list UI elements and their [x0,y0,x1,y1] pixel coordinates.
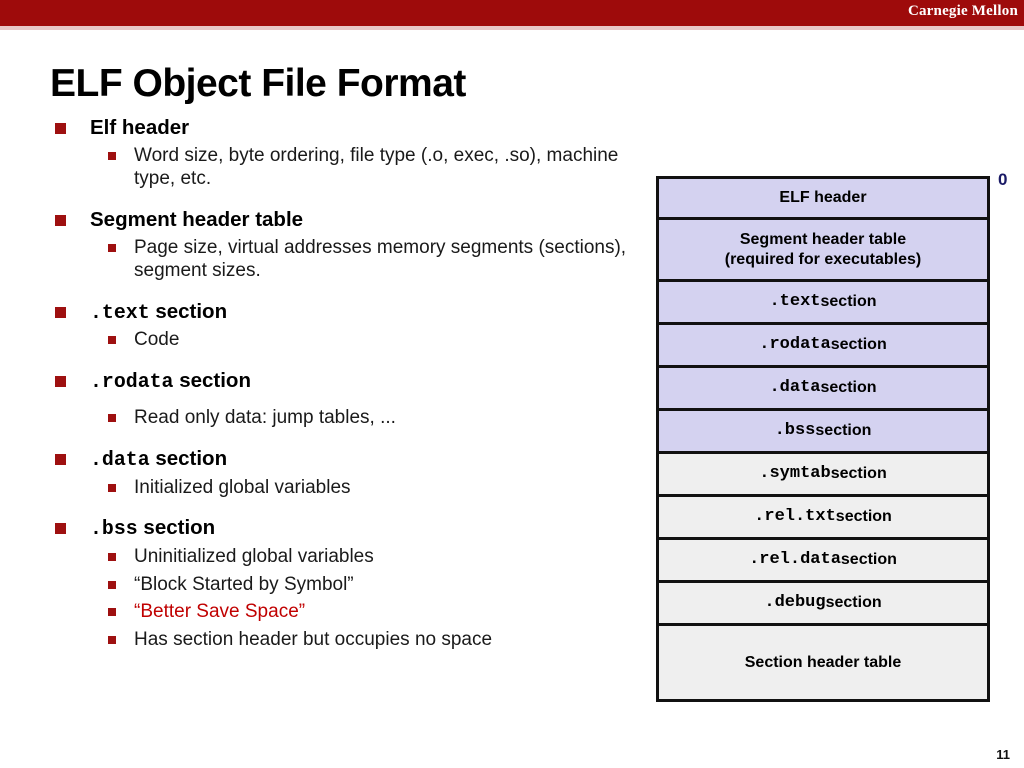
elf-layout-diagram: ELF header Segment header table (require… [656,176,990,702]
diagram-row-bss-section: .bss section [659,411,987,454]
bullet-suffix: section [149,299,228,323]
bullet-label: Segment header table [90,207,304,231]
bullet-suffix: section [173,368,251,392]
diagram-row-elf-header: ELF header [659,179,987,220]
outline-list: Elf header Word size, byte ordering, fil… [50,116,650,652]
diagram-row-mono: .rel.data [749,549,841,569]
diagram-row-mono: .symtab [759,463,831,483]
square-bullet-icon [55,123,66,134]
bullet-mono-name: .rodata [90,369,174,393]
subbullet-label: Has section header but occupies no space [134,629,493,651]
diagram-row-label: Section header table [744,653,902,671]
bullet-mono-name: .data [90,448,150,472]
diagram-row-mono: .text [769,291,821,311]
square-subbullet-icon [108,243,116,252]
diagram-row-rodata-section: .rodata section [659,325,987,368]
diagram-row-mono: .rel.txt [754,506,836,526]
square-subbullet-icon [108,608,116,617]
square-bullet-icon [55,375,66,387]
bullet-data-section: .data section [50,447,650,471]
square-subbullet-icon [108,336,116,345]
bullet-segment-header-table: Segment header table [50,208,650,232]
square-subbullet-icon [108,152,116,161]
bullet-mono-name: .bss [90,517,138,541]
bullet-bss-section: .bss section [50,516,650,540]
subbullet-segment-header-detail: Page size, virtual addresses memory segm… [50,237,650,283]
subbullet-elf-header-detail: Word size, byte ordering, file type (.o,… [50,145,650,191]
diagram-row-suffix: section [830,336,887,354]
bullet-label: Elf header [90,116,190,139]
diagram-row-mono: .bss [774,420,816,440]
square-subbullet-icon [108,552,116,561]
subbullet-bss-block-started: “Block Started by Symbol” [50,574,650,597]
banner-underline [0,26,1024,30]
page-title: ELF Object File Format [50,62,466,105]
diagram-row-rel-data-section: .rel.data section [659,540,987,583]
square-subbullet-icon [108,580,116,589]
subbullet-label: “Better Save Space” [134,601,306,623]
diagram-row-segment-header-table: Segment header table (required for execu… [659,220,987,282]
bullet-suffix: section [137,516,216,540]
bullet-suffix: section [149,447,228,471]
subbullet-label: Word size, byte ordering, file type (.o,… [134,145,619,189]
diagram-row-symtab-section: .symtab section [659,454,987,497]
subbullet-bss-better-save-space: “Better Save Space” [50,601,650,624]
diagram-row-debug-section: .debug section [659,583,987,626]
square-subbullet-icon [108,414,116,423]
diagram-row-suffix: section [835,508,892,526]
square-bullet-icon [55,454,66,466]
diagram-row-suffix: section [815,422,872,440]
carnegie-mellon-brand: Carnegie Mellon [907,3,1018,19]
square-bullet-icon [55,306,66,318]
diagram-row-line2: (required for executables) [724,250,922,268]
diagram-row-rel-txt-section: .rel.txt section [659,497,987,540]
subbullet-data-detail: Initialized global variables [50,477,650,500]
diagram-row-data-section: .data section [659,368,987,411]
diagram-row-suffix: section [825,594,882,612]
square-bullet-icon [55,523,66,535]
subbullet-label: Code [134,329,180,351]
subbullet-rodata-detail: Read only data: jump tables, ... [50,407,650,430]
address-zero-label: 0 [998,170,1008,189]
square-subbullet-icon [108,483,116,492]
diagram-row-text-section: .text section [659,282,987,325]
subbullet-label: Uninitialized global variables [134,545,374,567]
subbullet-bss-no-space: Has section header but occupies no space [50,629,650,652]
bullet-mono-name: .text [90,300,150,324]
subbullet-text-detail: Code [50,329,650,352]
diagram-row-line1: Segment header table [739,230,907,248]
subbullet-label: “Block Started by Symbol” [134,573,354,595]
bullet-elf-header: Elf header [50,116,650,140]
diagram-row-suffix: section [820,293,877,311]
diagram-row-mono: .rodata [759,334,831,354]
diagram-row-mono: .debug [764,592,826,612]
slide-number: 11 [996,747,1010,762]
bullet-rodata-section: .rodata section [50,369,650,393]
bullet-text-section: .text section [50,300,650,324]
subbullet-label: Initialized global variables [134,476,351,498]
subbullet-label: Page size, virtual addresses memory segm… [134,236,627,281]
square-bullet-icon [55,214,66,226]
square-subbullet-icon [108,636,116,645]
diagram-row-label: Segment header table (required for execu… [725,230,922,269]
subbullet-label: Read only data: jump tables, ... [134,407,396,429]
diagram-row-suffix: section [820,379,877,397]
diagram-row-section-header-table: Section header table [659,626,987,699]
subbullet-bss-uninitialized: Uninitialized global variables [50,546,650,569]
diagram-row-suffix: section [840,551,897,569]
diagram-row-label: ELF header [779,189,867,207]
top-banner [0,0,1024,26]
diagram-row-suffix: section [830,465,887,483]
diagram-row-mono: .data [769,377,821,397]
